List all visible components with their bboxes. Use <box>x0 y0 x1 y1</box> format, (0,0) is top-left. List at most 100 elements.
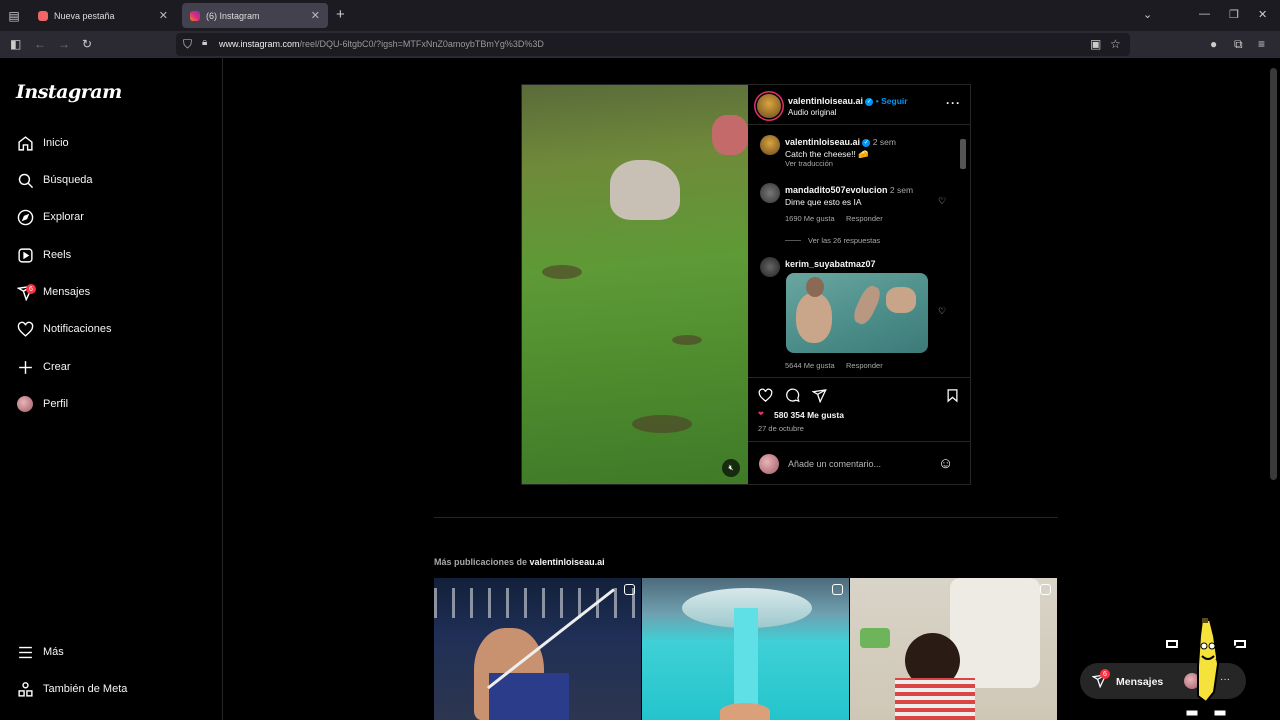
restore-icon[interactable]: ❐ <box>1229 8 1239 21</box>
tab-title: Nueva pestaña <box>54 10 115 21</box>
comments-scrollbar[interactable] <box>959 129 967 379</box>
reels-icon <box>16 246 34 264</box>
page-scrollbar[interactable] <box>1268 58 1280 720</box>
shield-icon[interactable]: ⛉ <box>183 37 192 52</box>
post-thumbnail[interactable] <box>642 578 849 720</box>
comment-line: kerim_suyabatmaz07 <box>785 259 876 269</box>
instagram-logo[interactable]: Instagram <box>16 81 122 103</box>
audio-label[interactable]: Audio original <box>788 108 836 117</box>
verified-badge-icon: ✓ <box>862 138 871 147</box>
sidebar-item-inicio[interactable]: Inicio <box>16 131 69 155</box>
separator-dot: • <box>875 96 879 106</box>
author-name[interactable]: valentinloiseau.ai <box>788 96 863 106</box>
meta-icon <box>16 680 34 698</box>
like-heart-icon[interactable] <box>758 388 773 403</box>
sidebar-item-reels[interactable]: Reels <box>16 243 71 267</box>
comment-heart-icon[interactable]: ♡ <box>938 196 946 207</box>
comment-bubble-icon[interactable] <box>785 388 800 403</box>
sidebar-item-explorar[interactable]: Explorar <box>16 205 84 229</box>
caption-line: valentinloiseau.ai ✓ 2 sem <box>785 137 896 147</box>
address-bar[interactable]: ⛉ 🔒︎ www.instagram.com/reel/DQU-6ltgbC0/… <box>176 33 1130 56</box>
reel-icon <box>832 584 843 595</box>
more-posts-grid <box>434 578 1058 720</box>
browser-tab[interactable]: Nueva pestaña ✕ <box>30 3 176 28</box>
new-tab-icon[interactable]: + <box>336 6 345 23</box>
commenter-avatar[interactable] <box>760 257 780 277</box>
sidebar-item-mensajes[interactable]: 6 Mensajes <box>16 280 90 304</box>
bookmark-star-icon[interactable]: ☆ <box>1110 37 1121 51</box>
commenter-avatar[interactable] <box>760 183 780 203</box>
heart-icon <box>16 320 34 338</box>
caption-username[interactable]: valentinloiseau.ai <box>785 137 860 147</box>
caption-avatar[interactable] <box>760 135 780 155</box>
reader-view-icon[interactable]: ▣ <box>1090 37 1101 51</box>
sidebar-item-label: Mensajes <box>43 286 91 298</box>
author-avatar[interactable] <box>757 94 781 118</box>
add-comment-bar: Añade un comentario... ☺ <box>748 441 970 485</box>
account-icon[interactable]: ● <box>1210 37 1217 51</box>
extensions-icon[interactable]: ⧉ <box>1234 37 1243 52</box>
browser-tab-bar: ▤ Nueva pestaña ✕ (6) Instagram ✕ + ⌄ — … <box>0 0 1280 31</box>
comment-likes[interactable]: 1690 Me gusta <box>785 214 835 223</box>
reply-link[interactable]: Responder <box>846 214 883 223</box>
sidebar-toggle-icon[interactable]: ◧ <box>10 37 21 51</box>
author-line: valentinloiseau.ai ✓ • Seguir <box>788 96 908 106</box>
close-tab-icon[interactable]: ✕ <box>311 9 320 22</box>
comment-gif-image[interactable] <box>786 273 928 353</box>
reload-icon[interactable]: ↻ <box>82 37 92 51</box>
reel-post: 🔇︎ valentinloiseau.ai ✓ • Seguir Audio o… <box>521 84 971 485</box>
app-menu-icon[interactable]: ≡ <box>1258 37 1265 51</box>
emoji-icon[interactable]: ☺ <box>938 455 953 472</box>
more-options-icon[interactable]: ··· <box>946 96 961 110</box>
post-panel: valentinloiseau.ai ✓ • Seguir Audio orig… <box>748 85 970 484</box>
video-figure <box>712 115 748 155</box>
minimize-icon[interactable]: — <box>1199 8 1210 20</box>
sidebar-item-label: Búsqueda <box>43 174 93 186</box>
tab-list-icon[interactable]: ▤ <box>0 0 28 31</box>
post-thumbnail[interactable] <box>434 578 641 720</box>
sidebar-item-busqueda[interactable]: Búsqueda <box>16 168 93 192</box>
comment-heart-icon[interactable]: ♡ <box>938 306 946 317</box>
save-bookmark-icon[interactable] <box>945 388 960 403</box>
muted-speaker-icon[interactable]: 🔇︎ <box>722 459 740 477</box>
plus-icon <box>16 358 34 376</box>
see-translation-link[interactable]: Ver traducción <box>785 159 833 168</box>
comment-likes[interactable]: 5644 Me gusta <box>785 361 835 370</box>
share-send-icon[interactable] <box>812 388 827 403</box>
forward-arrow-icon[interactable]: → <box>58 37 70 51</box>
reel-video[interactable]: 🔇︎ <box>522 85 748 484</box>
comment-text: Dime que esto es IA <box>785 197 862 207</box>
view-replies-link[interactable]: Ver las 26 respuestas <box>808 236 880 245</box>
video-figure <box>610 160 680 220</box>
explore-compass-icon <box>16 208 34 226</box>
sidebar-item-tambien-de-meta[interactable]: También de Meta <box>16 677 127 701</box>
reel-icon <box>1040 584 1051 595</box>
reply-link[interactable]: Responder <box>846 361 883 370</box>
sidebar-item-label: Crear <box>43 361 71 373</box>
sidebar-item-perfil[interactable]: Perfil <box>16 392 68 416</box>
more-posts-username[interactable]: valentinloiseau.ai <box>530 557 605 567</box>
post-footer: ❤︎ 580 354 Me gusta 27 de octubre Añade … <box>748 377 970 484</box>
back-arrow-icon[interactable]: ← <box>34 37 46 51</box>
follow-button[interactable]: Seguir <box>881 96 907 106</box>
lock-icon[interactable]: 🔒︎ <box>202 37 207 48</box>
close-window-icon[interactable]: ✕ <box>1258 8 1267 21</box>
likes-count[interactable]: 580 354 Me gusta <box>774 410 844 420</box>
comment-username[interactable]: kerim_suyabatmaz07 <box>785 259 876 269</box>
sidebar-item-crear[interactable]: Crear <box>16 355 71 379</box>
verified-badge-icon: ✓ <box>865 97 874 106</box>
post-thumbnail[interactable] <box>850 578 1057 720</box>
more-posts-heading: Más publicaciones de valentinloiseau.ai <box>434 557 605 567</box>
post-date: 27 de octubre <box>758 424 804 433</box>
browser-tab-active[interactable]: (6) Instagram ✕ <box>182 3 328 28</box>
sidebar-item-notificaciones[interactable]: Notificaciones <box>16 317 111 341</box>
comment-username[interactable]: mandadito507evolucion <box>785 185 888 195</box>
sidebar-item-mas[interactable]: Más <box>16 640 64 664</box>
close-tab-icon[interactable]: ✕ <box>159 9 168 22</box>
section-divider <box>434 517 1058 518</box>
add-comment-input[interactable]: Añade un comentario... <box>788 459 881 469</box>
sidebar-item-label: Explorar <box>43 211 84 223</box>
sidebar-item-label: Reels <box>43 249 72 261</box>
more-posts-prefix: Más publicaciones de <box>434 557 528 567</box>
chevron-down-icon[interactable]: ⌄ <box>1143 8 1152 21</box>
